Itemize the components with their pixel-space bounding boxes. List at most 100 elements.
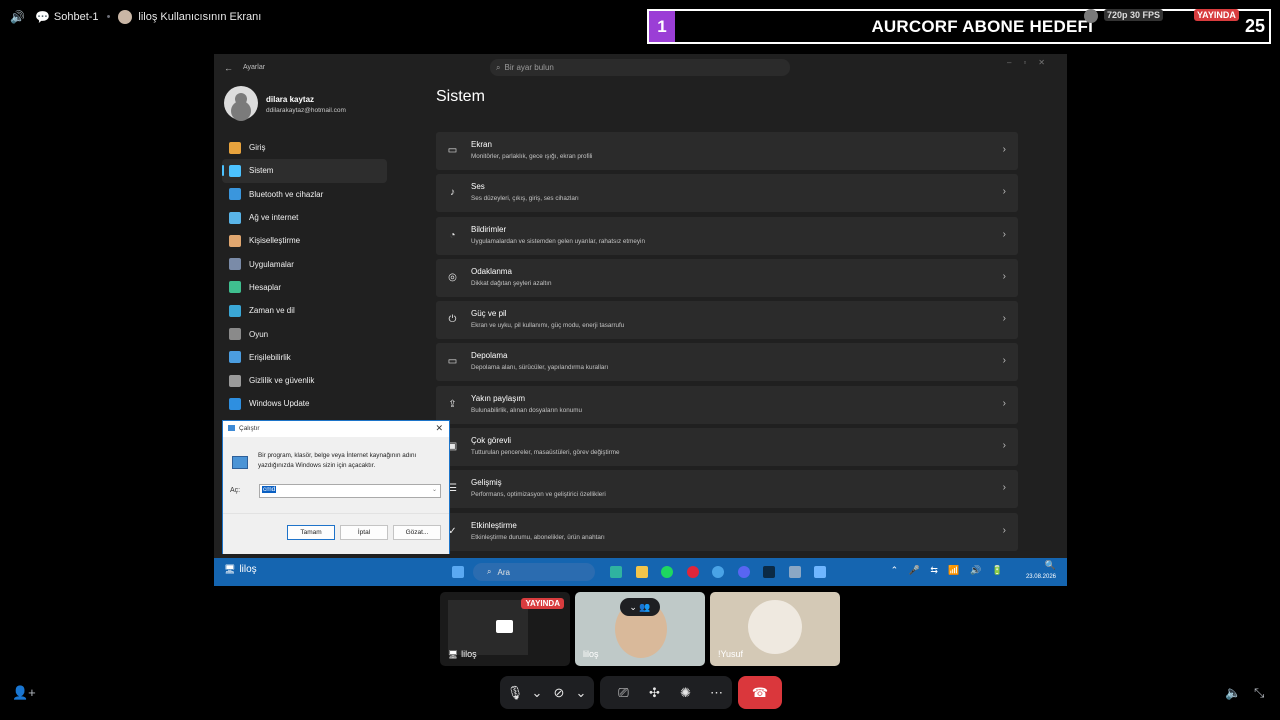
start-icon[interactable] bbox=[452, 566, 464, 578]
sidebar-item[interactable]: Giriş bbox=[222, 136, 387, 159]
sidebar-item-label: Kişiselleştirme bbox=[249, 236, 301, 246]
chevron-right-icon: › bbox=[1002, 397, 1006, 409]
shared-screen[interactable]: ← Ayarlar ⌕ Bir ayar bulun –▫✕ dilara ka… bbox=[214, 54, 1067, 586]
ok-button[interactable]: Tamam bbox=[287, 525, 335, 540]
volume-icon[interactable]: 🔈 bbox=[1225, 685, 1241, 701]
chevron-right-icon: › bbox=[1002, 144, 1006, 155]
sidebar-item[interactable]: Erişilebilirlik bbox=[222, 346, 387, 369]
participant-tile-stream[interactable]: YAYINDA 🖥 liloş bbox=[440, 592, 570, 666]
chevron-down-icon[interactable]: ⌄ bbox=[432, 486, 437, 493]
settings-card[interactable]: ◔ Bildirimler Uygulamalardan ve sistemden … bbox=[436, 216, 1018, 255]
card-subtitle: Bulunabilirlik, alınan dosyaların konumu bbox=[471, 406, 582, 414]
chevron-right-icon: › bbox=[1002, 355, 1006, 367]
settings-icon[interactable] bbox=[788, 566, 801, 578]
sidebar-item[interactable]: Ağ ve internet bbox=[222, 206, 387, 229]
settings-card[interactable]: ▭ Depolama Depolama alanı, sürücüler, yapı… bbox=[436, 343, 1018, 382]
search-placeholder: Bir ayar bulun bbox=[504, 63, 554, 72]
card-icon: ⇪ bbox=[448, 398, 457, 410]
settings-cards: ▭ Ekran Monitörler, parlaklık, gece ışığı,… bbox=[436, 132, 1018, 555]
chevron-down-icon[interactable]: ⌄ bbox=[570, 685, 592, 701]
chevron-right-icon: › bbox=[1002, 524, 1006, 536]
camera-off-icon[interactable]: ⊘ bbox=[548, 685, 570, 701]
banner-count: 25 bbox=[1244, 16, 1265, 36]
audience-icon[interactable]: ⌄ 👥 bbox=[620, 598, 660, 616]
sidebar-item[interactable]: Windows Update bbox=[222, 392, 387, 415]
settings-search-input[interactable]: ⌕ Bir ayar bulun bbox=[490, 59, 790, 76]
sidebar-item[interactable]: Zaman ve dil bbox=[222, 299, 387, 322]
participant-tile-yusuf[interactable]: !Yusuf bbox=[710, 592, 840, 666]
participant-tile-user[interactable]: ⌄ 👥 liloş bbox=[575, 592, 705, 666]
screen-share-icon[interactable]: ⎚ bbox=[608, 685, 639, 701]
tile-name: liloş bbox=[461, 649, 477, 659]
settings-card[interactable]: ▭ Ekran Monitörler, parlaklık, gece ışığı,… bbox=[436, 132, 1018, 170]
sidebar-item[interactable]: Gizlilik ve güvenlik bbox=[222, 369, 387, 392]
settings-card[interactable]: ◎ Odaklanma Dikkat dağıtan şeyleri azaltın… bbox=[436, 258, 1018, 297]
zoom-icon[interactable]: 🔍 bbox=[1045, 560, 1056, 571]
settings-card[interactable]: ♪ Ses Ses düzeyleri, çıkış, giriş, ses cih… bbox=[436, 174, 1018, 213]
tile-label: liloş bbox=[583, 649, 599, 659]
edge-icon[interactable] bbox=[610, 566, 622, 578]
vpn-icon[interactable] bbox=[712, 566, 724, 578]
page-title: Sistem bbox=[436, 88, 485, 105]
browse-button[interactable]: Gözat... bbox=[393, 525, 441, 540]
discord-icon[interactable] bbox=[737, 566, 750, 578]
chevron-right-icon: › bbox=[1002, 313, 1006, 325]
window-controls[interactable]: –▫✕ bbox=[1007, 58, 1057, 67]
speaker-icon[interactable]: 🔊 bbox=[10, 10, 25, 24]
end-call-icon: ☎ bbox=[751, 684, 769, 700]
spotify-icon[interactable] bbox=[661, 566, 673, 578]
card-subtitle: Uygulamalardan ve sistemden gelen uyarıl… bbox=[471, 237, 645, 245]
settings-card[interactable]: ▣ Çok görevli Tutturulan pencereler, masaü… bbox=[436, 428, 1018, 467]
sidebar-item[interactable]: Hesaplar bbox=[222, 276, 387, 299]
opera-icon[interactable] bbox=[686, 566, 699, 578]
explorer-icon[interactable] bbox=[635, 566, 648, 578]
chevron-down-icon[interactable]: ⌄ bbox=[526, 685, 548, 701]
sidebar-item-label: Ağ ve internet bbox=[249, 213, 299, 223]
back-arrow-icon[interactable]: ← bbox=[224, 63, 233, 73]
stream-controls: ⎚ ✣ ✺ ⋯ bbox=[600, 676, 732, 709]
settings-card[interactable]: ⏻ Güç ve pil Ekran ve uyku, pil kullanımı,… bbox=[436, 301, 1018, 340]
sidebar-item[interactable]: Kişiselleştirme bbox=[222, 229, 387, 252]
quality-badge: 720p 30 FPS bbox=[1104, 9, 1164, 21]
user-profile[interactable]: dilara kaytaz ddilarakaytaz@hotmail.com bbox=[224, 86, 414, 122]
sidebar-item[interactable]: Sistem bbox=[222, 159, 387, 183]
sidebar-item[interactable]: Uygulamalar bbox=[222, 252, 387, 275]
card-icon: ♪ bbox=[450, 187, 455, 199]
settings-card[interactable]: ⇪ Yakın paylaşım Bulunabilirlik, alınan do… bbox=[436, 385, 1018, 424]
card-subtitle: Depolama alanı, sürücüler, yapılandırma … bbox=[471, 364, 609, 372]
settings-card[interactable]: ✓ Etkinleştirme Etkinleştirme durumu, abon… bbox=[436, 512, 1018, 551]
card-subtitle: Monitörler, parlaklık, gece ışığı, ekran… bbox=[471, 153, 593, 160]
sidebar-item-label: Gizlilik ve güvenlik bbox=[249, 376, 315, 386]
channel-name[interactable]: Sohbet-1 bbox=[54, 11, 99, 23]
activities-icon[interactable]: ✣ bbox=[639, 685, 670, 701]
stream-owner-label: liloş bbox=[239, 564, 257, 575]
monitor-icon: 🖥 bbox=[224, 564, 236, 574]
card-title: Etkinleştirme bbox=[471, 520, 517, 530]
sidebar-item[interactable]: Bluetooth ve cihazlar bbox=[222, 183, 387, 206]
sidebar-item-label: Hesaplar bbox=[249, 282, 282, 292]
system-tray[interactable]: ⌃ 🎤 ⇆ 📶 🔊 🔋 bbox=[891, 565, 1007, 576]
run-open-input[interactable]: cmd ⌄ bbox=[259, 484, 441, 498]
steam-icon[interactable] bbox=[763, 566, 775, 578]
settings-card[interactable]: ☰ Gelişmiş Performans, optimizasyon ve gel… bbox=[436, 470, 1018, 509]
exit-fullscreen-icon[interactable]: ⤡ bbox=[1254, 685, 1264, 701]
add-user-icon[interactable]: 👤+ bbox=[12, 685, 36, 701]
soundboard-icon[interactable]: ✺ bbox=[670, 685, 701, 701]
close-icon[interactable]: ✕ bbox=[435, 423, 443, 434]
nav-icon bbox=[229, 281, 241, 294]
stream-name-tag: 🖥 liloş bbox=[224, 564, 257, 575]
nav-icon bbox=[229, 304, 241, 317]
nav-icon bbox=[229, 328, 241, 341]
taskbar-search[interactable]: ⌕ Ara bbox=[473, 563, 595, 581]
user-avatar bbox=[224, 86, 258, 120]
card-icon: ◔ bbox=[449, 229, 456, 241]
tile-label: 🖥 liloş bbox=[448, 649, 477, 659]
cancel-button[interactable]: İptal bbox=[340, 525, 388, 540]
microphone-icon[interactable]: 🎙 bbox=[504, 685, 526, 701]
active-window-icon[interactable] bbox=[814, 566, 826, 578]
separator: • bbox=[106, 11, 111, 23]
sidebar-item[interactable]: Oyun bbox=[222, 322, 387, 345]
card-icon: ⏻ bbox=[448, 314, 457, 326]
disconnect-button[interactable]: ☎ bbox=[738, 676, 782, 709]
more-icon[interactable]: ⋯ bbox=[701, 685, 732, 701]
